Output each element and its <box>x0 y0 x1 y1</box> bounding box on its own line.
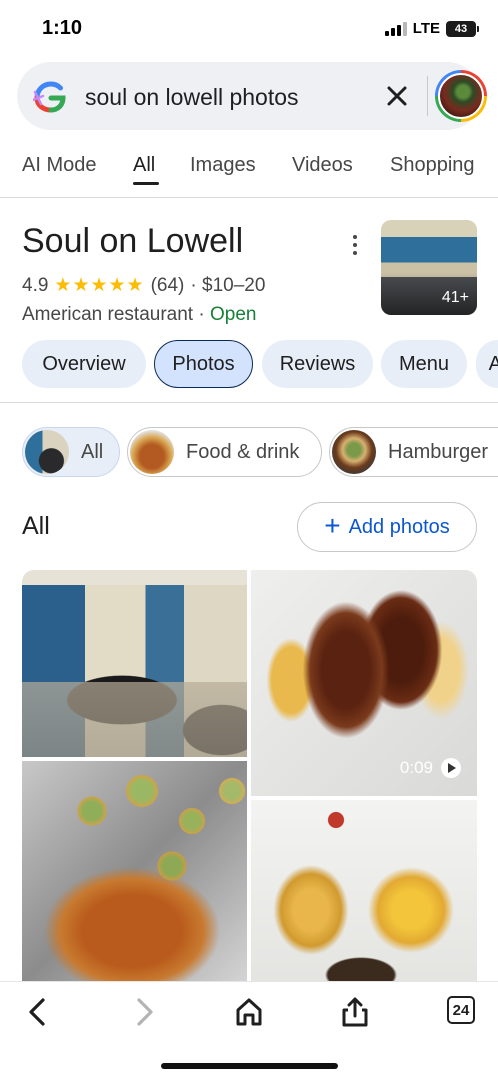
close-icon[interactable] <box>383 82 411 110</box>
filter-all[interactable]: All <box>22 427 120 477</box>
video-duration-label: 0:09 <box>399 758 433 777</box>
signal-icon <box>384 21 407 36</box>
status-bar: 1:10 LTE 43 <box>0 0 498 58</box>
filter-hamburger[interactable]: Hamburger <box>329 427 498 477</box>
photos-section-title: All <box>22 512 50 540</box>
video-duration: 0:09 <box>400 758 461 778</box>
filter-hamburger-thumb <box>332 430 376 474</box>
tab-shopping[interactable]: Shopping <box>390 154 475 177</box>
price-range: · $10–20 <box>190 274 266 296</box>
home-icon[interactable] <box>233 996 265 1028</box>
filter-hamburger-label: Hamburger <box>388 440 489 463</box>
status-time: 1:10 <box>42 17 83 39</box>
place-category-line: American restaurant · Open <box>22 304 256 326</box>
filter-all-thumb <box>25 430 69 474</box>
chip-overview[interactable]: Overview <box>22 340 146 388</box>
star-rating-icon: ★★★★★ <box>54 275 145 296</box>
active-tab-indicator <box>133 182 159 185</box>
more-options-icon[interactable] <box>347 233 363 257</box>
home-indicator[interactable] <box>161 1063 338 1069</box>
chip-photos[interactable]: Photos <box>154 340 253 388</box>
video-ribs[interactable]: 0:09 <box>251 570 477 796</box>
battery-level: 43 <box>454 22 468 35</box>
share-icon[interactable] <box>339 996 371 1028</box>
search-input[interactable]: soul on lowell photos <box>85 84 299 111</box>
open-status: Open <box>209 304 257 325</box>
plus-icon: + <box>324 509 341 541</box>
add-photos-label: Add photos <box>348 515 450 538</box>
photo-fried-fish[interactable] <box>22 761 247 981</box>
section-divider <box>0 402 498 403</box>
tab-count-label: 24 <box>452 1001 470 1019</box>
google-logo-icon[interactable] <box>33 80 69 114</box>
tab-all[interactable]: All <box>133 154 155 177</box>
filter-food-drink[interactable]: Food & drink <box>127 427 322 477</box>
search-bar[interactable]: soul on lowell photos <box>17 62 487 130</box>
place-category: American restaurant · <box>22 304 205 325</box>
forward-icon[interactable] <box>128 996 160 1028</box>
play-icon <box>441 758 461 778</box>
tab-ai-mode[interactable]: AI Mode <box>22 154 96 177</box>
photo-fries-mac[interactable] <box>251 800 477 981</box>
avatar-image <box>438 73 484 119</box>
chip-about-label: A <box>488 352 498 375</box>
place-title[interactable]: Soul on Lowell <box>22 222 243 261</box>
search-divider <box>427 76 428 116</box>
rating-value: 4.9 <box>22 274 49 296</box>
rating-line[interactable]: 4.9 ★★★★★ (64) · $10–20 <box>22 274 265 297</box>
tab-videos[interactable]: Videos <box>292 154 353 177</box>
place-thumbnail[interactable]: 41+ <box>381 220 477 315</box>
photo-dining-room[interactable] <box>22 570 247 757</box>
avatar[interactable] <box>435 70 487 122</box>
battery-icon: 43 <box>446 20 479 37</box>
back-icon[interactable] <box>22 996 54 1028</box>
add-photos-button[interactable]: + Add photos <box>297 502 477 552</box>
chip-menu[interactable]: Menu <box>381 340 467 388</box>
search-tabs: AI Mode All Images Videos Shopping <box>0 140 498 198</box>
filter-all-label: All <box>81 440 104 463</box>
review-count: (64) <box>150 274 185 296</box>
chip-about[interactable]: A <box>476 340 498 388</box>
status-icons: LTE 43 <box>384 20 479 37</box>
tab-images[interactable]: Images <box>190 154 256 177</box>
tab-switcher-button[interactable]: 24 <box>447 996 475 1024</box>
chip-reviews[interactable]: Reviews <box>262 340 373 388</box>
filter-food-thumb <box>130 430 174 474</box>
photo-count: 41+ <box>441 289 469 306</box>
network-label: LTE <box>412 20 440 37</box>
filter-food-label: Food & drink <box>186 440 300 463</box>
